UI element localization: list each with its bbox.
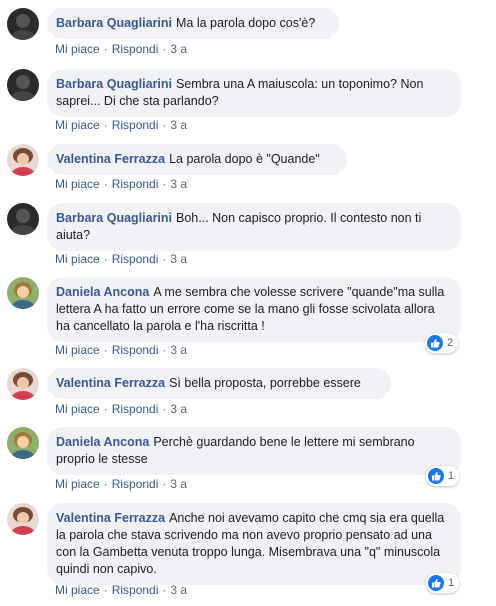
- reply-button[interactable]: Rispondi: [112, 343, 159, 357]
- comment-time[interactable]: 3 a: [170, 42, 187, 56]
- comment-bubble: Barbara Quagliarini Boh... Non capisco pr…: [47, 203, 461, 251]
- comment-author[interactable]: Barbara Quagliarini: [56, 77, 172, 91]
- avatar[interactable]: [7, 503, 39, 535]
- comment-bubble: Valentina Ferrazza La parola dopo è "Quan…: [47, 144, 347, 175]
- avatar[interactable]: [7, 427, 39, 459]
- comment-actions: Mi piace · Rispondi · 3 a: [55, 177, 188, 191]
- avatar[interactable]: [7, 203, 39, 235]
- like-button[interactable]: Mi piace: [55, 343, 100, 357]
- comment-author[interactable]: Barbara Quagliarini: [56, 16, 172, 30]
- reaction-count[interactable]: 1: [426, 573, 460, 593]
- like-icon: [427, 335, 443, 351]
- reaction-number: 1: [448, 577, 455, 589]
- comment-author[interactable]: Daniela Ancona: [56, 285, 149, 299]
- comment-time[interactable]: 3 a: [170, 343, 187, 357]
- comment-actions: Mi piace · Rispondi · 3 a: [55, 583, 188, 597]
- reaction-count[interactable]: 2: [425, 333, 459, 353]
- comment-time[interactable]: 3 a: [170, 177, 187, 191]
- comment-actions: Mi piace · Rispondi · 3 a: [55, 252, 188, 266]
- comment-bubble: Barbara Quagliarini Sembra una A maiuscol…: [47, 69, 461, 117]
- comment-actions: Mi piace · Rispondi · 3 a: [55, 343, 188, 357]
- like-button[interactable]: Mi piace: [55, 583, 100, 597]
- reaction-number: 1: [448, 470, 455, 482]
- reaction-number: 2: [447, 337, 454, 349]
- comment-text: Sì bella proposta, porrebbe essere: [169, 376, 361, 390]
- like-icon: [428, 575, 444, 591]
- like-button[interactable]: Mi piace: [55, 118, 100, 132]
- comment-author[interactable]: Valentina Ferrazza: [56, 376, 165, 390]
- like-button[interactable]: Mi piace: [55, 42, 100, 56]
- like-button[interactable]: Mi piace: [55, 477, 100, 491]
- like-icon: [428, 468, 444, 484]
- comment-bubble: Valentina Ferrazza Anche noi avevamo capi…: [47, 503, 461, 585]
- comment-bubble: Daniela Ancona A me sembra che volesse sc…: [47, 277, 461, 342]
- comment-author[interactable]: Valentina Ferrazza: [56, 152, 165, 166]
- reply-button[interactable]: Rispondi: [112, 477, 159, 491]
- reply-button[interactable]: Rispondi: [112, 42, 159, 56]
- comment-actions: Mi piace · Rispondi · 3 a: [55, 42, 188, 56]
- comment-bubble: Barbara Quagliarini Ma la parola dopo cos…: [47, 8, 339, 39]
- comment-time[interactable]: 3 a: [170, 583, 187, 597]
- reply-button[interactable]: Rispondi: [112, 177, 159, 191]
- comment-time[interactable]: 3 a: [170, 118, 187, 132]
- comment-text: Ma la parola dopo cos'è?: [176, 16, 316, 30]
- avatar[interactable]: [7, 277, 39, 309]
- avatar[interactable]: [7, 8, 39, 40]
- like-button[interactable]: Mi piace: [55, 252, 100, 266]
- comment-actions: Mi piace · Rispondi · 3 a: [55, 118, 188, 132]
- comment-author[interactable]: Daniela Ancona: [56, 435, 149, 449]
- comment-time[interactable]: 3 a: [170, 477, 187, 491]
- like-button[interactable]: Mi piace: [55, 177, 100, 191]
- avatar[interactable]: [7, 144, 39, 176]
- reply-button[interactable]: Rispondi: [112, 252, 159, 266]
- reply-button[interactable]: Rispondi: [112, 118, 159, 132]
- comment-bubble: Valentina Ferrazza Sì bella proposta, por…: [47, 368, 391, 399]
- comment-bubble: Daniela Ancona Perchè guardando bene le l…: [47, 427, 461, 475]
- comment-author[interactable]: Valentina Ferrazza: [56, 511, 165, 525]
- reply-button[interactable]: Rispondi: [112, 583, 159, 597]
- avatar[interactable]: [7, 69, 39, 101]
- reply-button[interactable]: Rispondi: [112, 402, 159, 416]
- comment-time[interactable]: 3 a: [170, 252, 187, 266]
- comment-actions: Mi piace · Rispondi · 3 a: [55, 402, 188, 416]
- comment-actions: Mi piace · Rispondi · 3 a: [55, 477, 188, 491]
- like-button[interactable]: Mi piace: [55, 402, 100, 416]
- avatar[interactable]: [7, 368, 39, 400]
- reaction-count[interactable]: 1: [426, 466, 460, 486]
- comment-time[interactable]: 3 a: [170, 402, 187, 416]
- comment-text: La parola dopo è "Quande": [169, 152, 320, 166]
- comment-author[interactable]: Barbara Quagliarini: [56, 211, 172, 225]
